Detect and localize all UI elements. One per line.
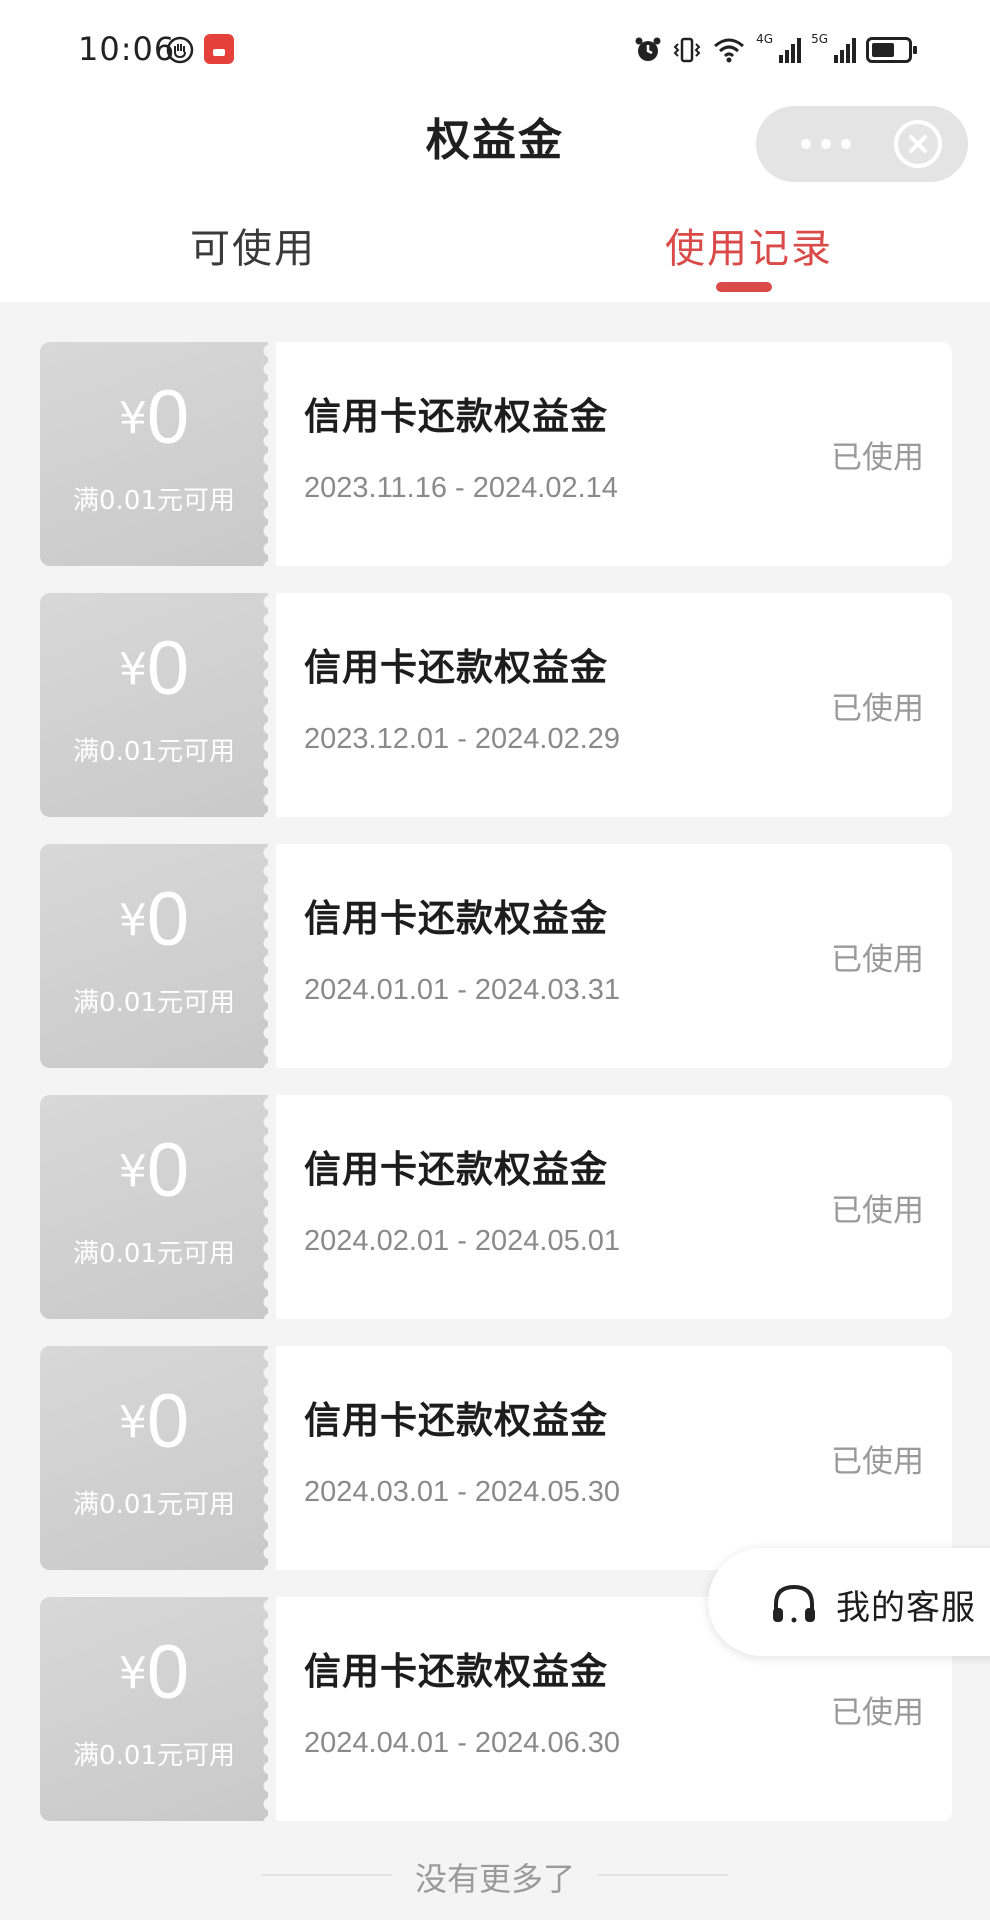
coupon-validity: 2024.02.01 - 2024.05.01 [304,1225,621,1257]
close-circle-icon[interactable] [894,120,942,168]
end-divider-right [598,1874,728,1876]
signal-bars-1-icon [779,37,802,63]
coupon-condition: 满0.01元可用 [73,988,235,1018]
coupon-validity: 2024.03.01 - 2024.05.30 [304,1476,621,1508]
coupon-validity: 2024.01.01 - 2024.03.31 [304,974,621,1006]
coupon-card[interactable]: ¥0 满0.01元可用 信用卡还款权益金 2024.02.01 - 2024.0… [40,1095,952,1319]
coupon-title: 信用卡还款权益金 [304,1399,608,1442]
coupon-validity: 2023.11.16 - 2024.02.14 [304,472,618,504]
coupon-amount: ¥0 [40,1635,268,1711]
coupon-condition: 满0.01元可用 [73,737,235,767]
more-dots-icon[interactable] [786,126,866,162]
hand-icon [166,36,194,64]
coupon-title: 信用卡还款权益金 [304,897,608,940]
currency-symbol: ¥ [118,644,147,695]
coupon-body: 信用卡还款权益金 2024.03.01 - 2024.05.30 已使用 [276,1346,952,1570]
coupon-condition: 满0.01元可用 [73,1239,235,1269]
coupon-card[interactable]: ¥0 满0.01元可用 信用卡还款权益金 2023.11.16 - 2024.0… [40,342,952,566]
coupon-body: 信用卡还款权益金 2024.01.01 - 2024.03.31 已使用 [276,844,952,1068]
coupon-stub: ¥0 满0.01元可用 [40,342,268,566]
battery-icon [866,37,917,63]
coupon-validity: 2023.12.01 - 2024.02.29 [304,723,621,755]
coupon-condition: 满0.01元可用 [73,1741,235,1771]
coupon-amount: ¥0 [40,1133,268,1209]
app-notification-icon [204,34,234,64]
network-type-1: 4G [756,32,774,46]
amount-value: 0 [146,877,190,962]
miniprogram-capsule [756,106,968,182]
tab-available[interactable]: 可使用 [190,216,316,274]
coupon-body: 信用卡还款权益金 2023.12.01 - 2024.02.29 已使用 [276,593,952,817]
alarm-icon [635,37,661,61]
amount-value: 0 [146,375,190,460]
currency-symbol: ¥ [118,1146,147,1197]
coupon-status: 已使用 [831,1444,924,1480]
coupon-card[interactable]: ¥0 满0.01元可用 信用卡还款权益金 2024.03.01 - 2024.0… [40,1346,952,1570]
coupon-amount: ¥0 [40,380,268,456]
coupon-status: 已使用 [831,440,924,476]
coupon-status: 已使用 [831,942,924,978]
coupon-body: 信用卡还款权益金 2023.11.16 - 2024.02.14 已使用 [276,342,952,566]
coupon-card[interactable]: ¥0 满0.01元可用 信用卡还款权益金 2024.01.01 - 2024.0… [40,844,952,1068]
currency-symbol: ¥ [118,895,147,946]
coupon-stub: ¥0 满0.01元可用 [40,844,268,1068]
top-bar: 10:06 4G 5G 权益金 可使用 使用记录 [0,0,990,302]
coupon-title: 信用卡还款权益金 [304,646,608,689]
amount-value: 0 [146,1379,190,1464]
amount-value: 0 [146,1630,190,1715]
signal-bars-2-icon [834,37,856,63]
status-icons: 4G 5G [634,32,917,68]
coupon-stub: ¥0 满0.01元可用 [40,1597,268,1821]
coupon-amount: ¥0 [40,631,268,707]
tab-usage-records[interactable]: 使用记录 [665,216,833,274]
coupon-status: 已使用 [831,1695,924,1731]
status-time: 10:06 [78,30,176,68]
coupon-stub: ¥0 满0.01元可用 [40,1095,268,1319]
active-tab-indicator [716,282,772,292]
coupon-title: 信用卡还款权益金 [304,1650,608,1693]
coupon-status: 已使用 [831,691,924,727]
currency-symbol: ¥ [118,1648,147,1699]
coupon-title: 信用卡还款权益金 [304,1148,608,1191]
currency-symbol: ¥ [118,393,147,444]
network-type-2: 5G [811,32,828,46]
currency-symbol: ¥ [118,1397,147,1448]
headset-icon [773,1584,815,1623]
wifi-icon [714,38,745,63]
coupon-body: 信用卡还款权益金 2024.02.01 - 2024.05.01 已使用 [276,1095,952,1319]
coupon-status: 已使用 [831,1193,924,1229]
amount-value: 0 [146,626,190,711]
status-bar: 10:06 4G 5G [0,0,990,100]
coupon-title: 信用卡还款权益金 [304,395,608,438]
coupon-condition: 满0.01元可用 [73,1490,235,1520]
vibrate-icon [673,37,701,63]
end-of-list-text: 没有更多了 [414,1860,575,1898]
customer-service-button[interactable]: 我的客服 [708,1548,990,1656]
coupon-amount: ¥0 [40,882,268,958]
coupon-validity: 2024.04.01 - 2024.06.30 [304,1727,621,1759]
coupon-card[interactable]: ¥0 满0.01元可用 信用卡还款权益金 2023.12.01 - 2024.0… [40,593,952,817]
coupon-amount: ¥0 [40,1384,268,1460]
coupon-stub: ¥0 满0.01元可用 [40,1346,268,1570]
customer-service-label: 我的客服 [836,1588,976,1628]
coupon-condition: 满0.01元可用 [73,486,235,516]
amount-value: 0 [146,1128,190,1213]
coupon-stub: ¥0 满0.01元可用 [40,593,268,817]
